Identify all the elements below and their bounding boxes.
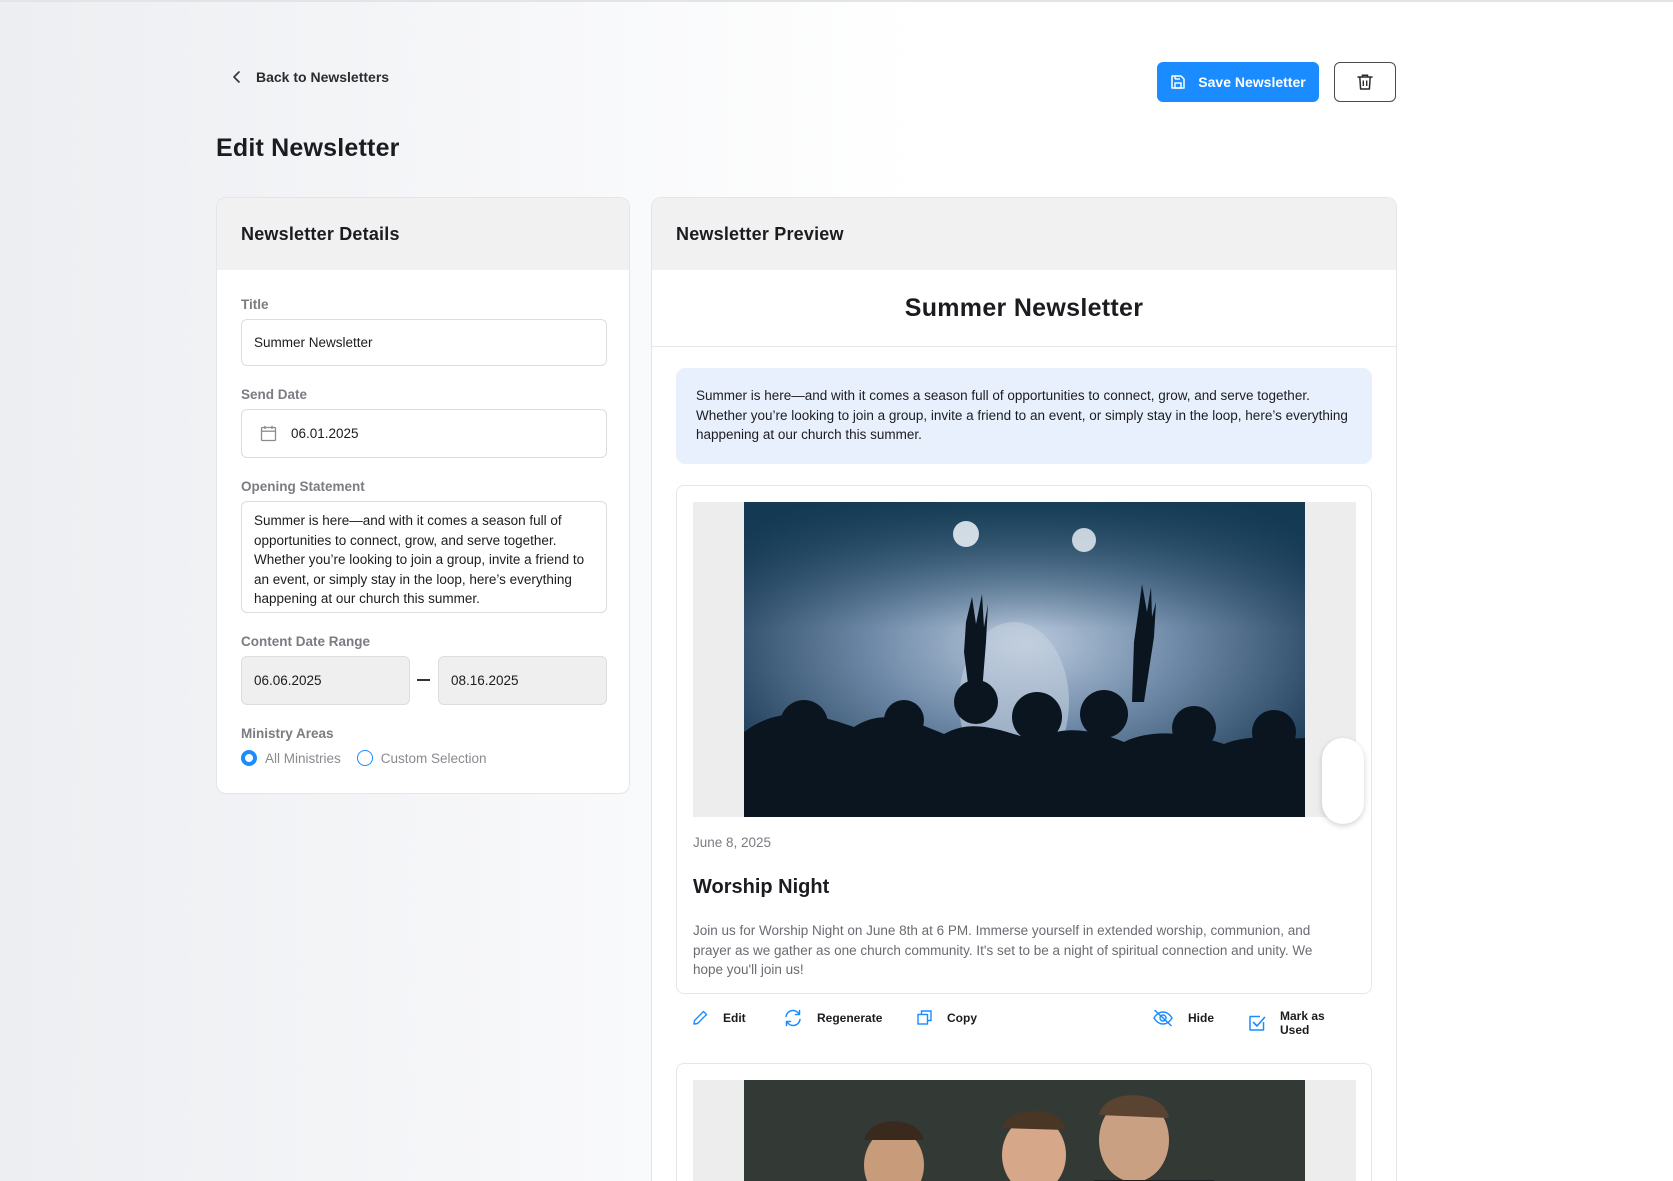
back-to-newsletters-link[interactable]: Back to Newsletters bbox=[232, 69, 389, 85]
pencil-icon bbox=[693, 1010, 708, 1025]
edit-action[interactable]: Edit bbox=[692, 1009, 746, 1026]
preview-heading: Newsletter Preview bbox=[652, 198, 1396, 270]
hide-action-label: Hide bbox=[1188, 1011, 1215, 1025]
preview-intro: Summer is here—and with it comes a seaso… bbox=[676, 368, 1372, 464]
chevron-left-icon bbox=[233, 71, 240, 83]
back-link-label: Back to Newsletters bbox=[256, 69, 390, 85]
content-card bbox=[676, 1063, 1372, 1181]
card-date: June 8, 2025 bbox=[693, 835, 772, 850]
top-border bbox=[0, 0, 1673, 2]
card-description: Join us for Worship Night on June 8th at… bbox=[693, 923, 1313, 977]
hide-action[interactable]: Hide bbox=[1152, 1009, 1214, 1027]
send-date-input[interactable]: 06.01.2025 bbox=[241, 409, 607, 458]
mark-as-used-action-label: Mark as Used bbox=[1280, 1009, 1325, 1037]
newsletter-details-panel: Newsletter Details Title Summer Newslett… bbox=[216, 197, 630, 794]
regenerate-action[interactable]: Regenerate bbox=[783, 1009, 882, 1027]
preview-newsletter-title: Summer Newsletter bbox=[904, 293, 1144, 322]
radio-all-ministries-label: All Ministries bbox=[265, 750, 341, 766]
ministry-radio-group: All Ministries Custom Selection bbox=[241, 750, 487, 766]
range-end-value: 08.16.2025 bbox=[451, 673, 519, 688]
checkbox-checked-icon bbox=[1249, 1015, 1266, 1031]
range-start-input[interactable]: 06.06.2025 bbox=[241, 656, 410, 705]
regenerate-action-label: Regenerate bbox=[817, 1011, 883, 1025]
copy-icon bbox=[917, 1010, 932, 1025]
people-photo-icon bbox=[744, 1080, 1305, 1181]
mark-as-used-action[interactable]: Mark as Used bbox=[1248, 1009, 1356, 1037]
trash-icon bbox=[1357, 74, 1373, 90]
reorder-controls bbox=[1322, 738, 1364, 824]
radio-custom-selection[interactable] bbox=[356, 750, 373, 766]
range-separator bbox=[417, 679, 430, 681]
send-date-value: 06.01.2025 bbox=[291, 426, 359, 441]
details-heading: Newsletter Details bbox=[217, 198, 629, 270]
save-button-label: Save Newsletter bbox=[1198, 74, 1306, 90]
move-down-button[interactable] bbox=[1331, 788, 1355, 812]
card-image-frame bbox=[693, 1080, 1356, 1181]
radio-all-ministries[interactable] bbox=[241, 750, 257, 766]
radio-custom-selection-label: Custom Selection bbox=[380, 750, 487, 766]
range-end-input[interactable]: 08.16.2025 bbox=[438, 656, 607, 705]
move-up-button[interactable] bbox=[1331, 751, 1355, 775]
page-title: Edit Newsletter bbox=[216, 134, 400, 162]
calendar-icon bbox=[260, 425, 277, 442]
card-image-frame bbox=[693, 502, 1364, 824]
refresh-icon bbox=[785, 1009, 801, 1027]
send-date-label: Send Date bbox=[241, 387, 308, 402]
edit-action-label: Edit bbox=[723, 1010, 746, 1025]
newsletter-preview-panel: Newsletter Preview Summer Newsletter Sum… bbox=[651, 197, 1397, 1181]
preview-title-bar: Summer Newsletter bbox=[652, 270, 1396, 347]
eye-off-icon bbox=[1153, 1009, 1173, 1027]
concert-photo-icon bbox=[744, 502, 1305, 817]
save-icon bbox=[1171, 75, 1186, 89]
range-start-value: 06.06.2025 bbox=[254, 673, 322, 688]
ministry-areas-label: Ministry Areas bbox=[241, 726, 334, 741]
card-actions: Edit Regenerate Copy Hide Mark as Used bbox=[692, 1009, 1356, 1037]
delete-newsletter-button[interactable] bbox=[1334, 62, 1396, 102]
title-input[interactable]: Summer Newsletter bbox=[241, 319, 607, 366]
title-label: Title bbox=[241, 297, 269, 312]
title-input-value: Summer Newsletter bbox=[254, 335, 373, 350]
card-title: Worship Night bbox=[693, 876, 830, 898]
content-date-range-label: Content Date Range bbox=[241, 634, 371, 649]
content-card: June 8, 2025 Worship Night Join us for W… bbox=[676, 485, 1372, 994]
copy-action[interactable]: Copy bbox=[916, 1009, 977, 1026]
opening-statement-textarea[interactable]: Summer is here—and with it comes a seaso… bbox=[241, 501, 607, 613]
copy-action-label: Copy bbox=[947, 1010, 977, 1025]
save-newsletter-button[interactable]: Save Newsletter bbox=[1157, 62, 1319, 102]
opening-statement-label: Opening Statement bbox=[241, 479, 365, 494]
